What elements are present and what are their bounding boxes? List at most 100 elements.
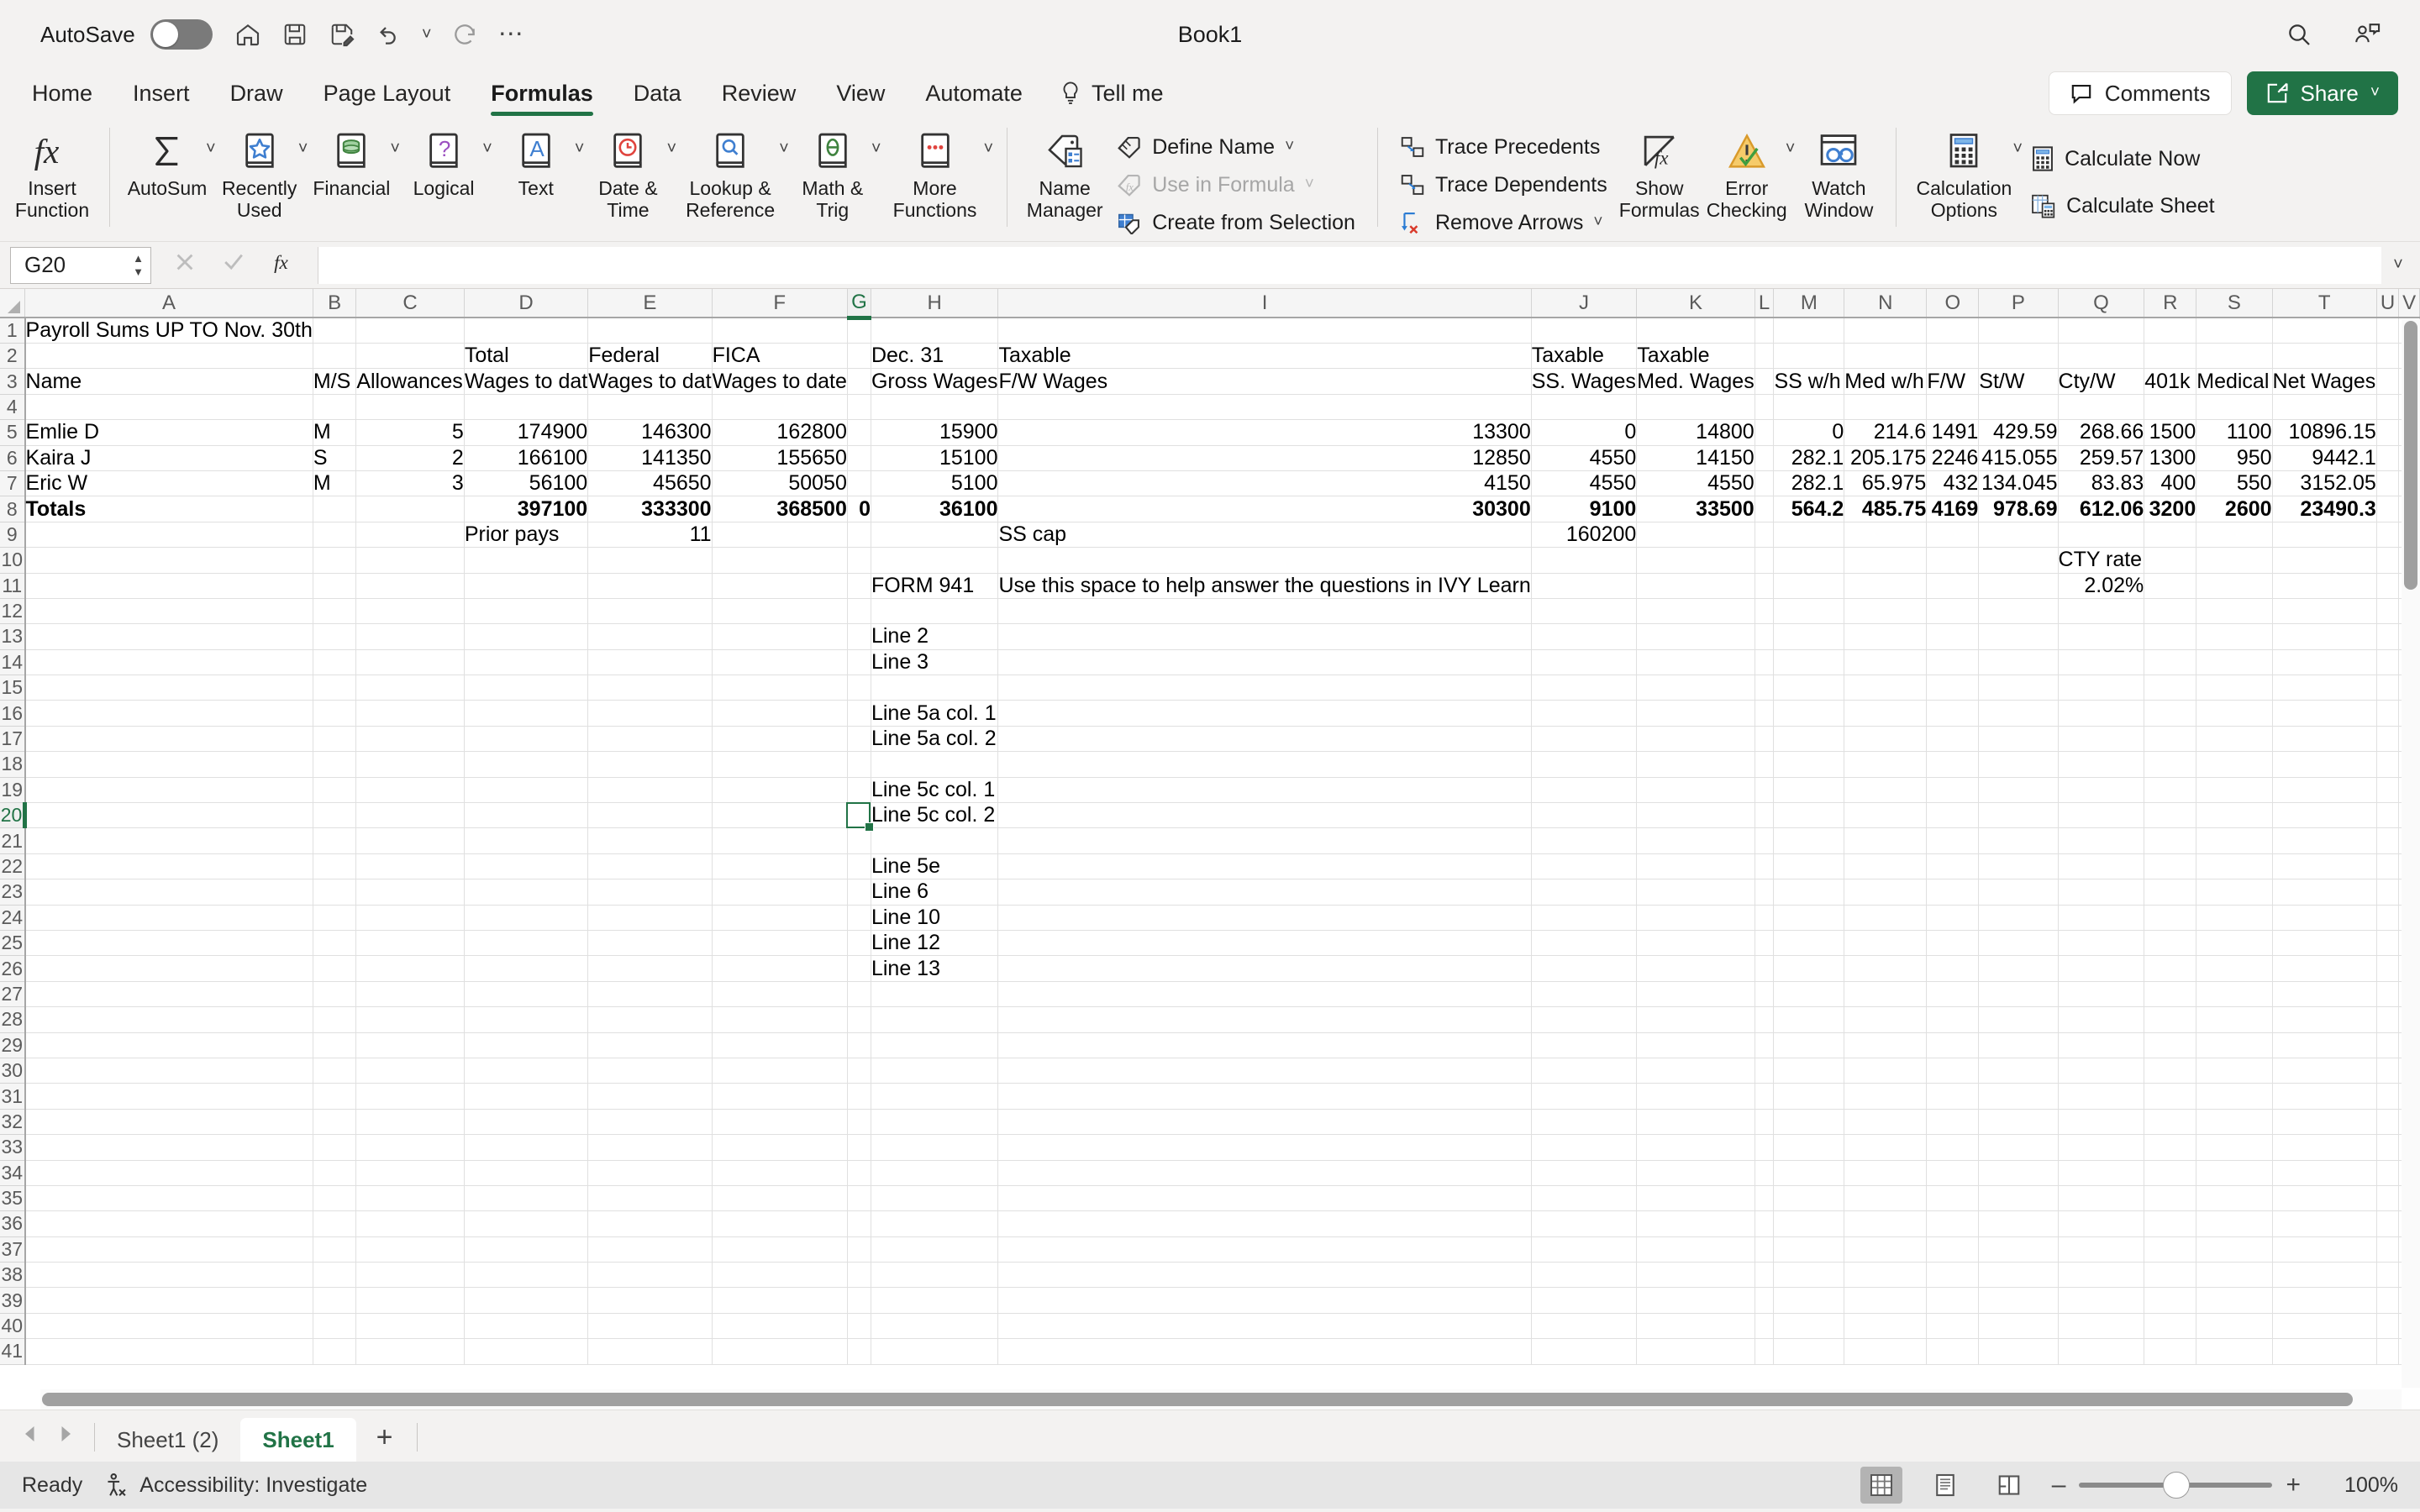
cell-I21[interactable] [997,827,1532,854]
tab-formulas[interactable]: Formulas [471,69,613,118]
cell-R29[interactable] [2144,1032,2197,1058]
cell-O7[interactable]: 432 [1926,470,1980,497]
cell-C26[interactable] [355,955,465,982]
cell-S32[interactable] [2196,1109,2273,1136]
cell-B28[interactable] [313,1006,357,1033]
cell-N28[interactable] [1844,1006,1928,1033]
cell-P15[interactable] [1978,675,2059,701]
cell-F7[interactable]: 50050 [712,470,848,497]
cell-Q9[interactable] [2058,522,2145,549]
cell-B27[interactable] [313,981,357,1008]
cell-M30[interactable] [1773,1058,1845,1084]
cell-F30[interactable] [712,1058,848,1084]
cell-O3[interactable]: F/W [1926,368,1980,395]
cell-Q27[interactable] [2058,981,2145,1008]
trace-precedents-button[interactable]: Trace Precedents [1392,129,1616,165]
cell-H1[interactable] [871,318,999,344]
zoom-track[interactable] [2079,1472,2273,1499]
undo-caret-icon[interactable]: ˅ [414,13,439,56]
cell-T20[interactable] [2272,802,2377,829]
cell-R16[interactable] [2144,700,2197,727]
row-header-1[interactable]: 1 [0,318,26,344]
cell-N37[interactable] [1844,1236,1928,1263]
cell-E29[interactable] [587,1032,713,1058]
cell-C14[interactable] [355,649,465,676]
cell-K40[interactable] [1636,1313,1755,1340]
cell-R22[interactable] [2144,853,2197,880]
cell-S35[interactable] [2196,1185,2273,1212]
cell-M14[interactable] [1773,649,1845,676]
cell-N39[interactable] [1844,1287,1928,1314]
cell-R21[interactable] [2144,827,2197,854]
cell-A12[interactable] [24,598,313,625]
cell-E11[interactable] [587,573,713,599]
cell-S34[interactable] [2196,1160,2273,1186]
cell-C34[interactable] [355,1160,465,1186]
cell-J17[interactable] [1531,726,1638,753]
column-header-d[interactable]: D [464,289,589,318]
cell-K4[interactable] [1636,394,1755,421]
row-header-26[interactable]: 26 [0,955,26,982]
cell-K33[interactable] [1636,1134,1755,1161]
cell-Q11[interactable]: 2.02% [2058,573,2145,599]
cell-H3[interactable]: Gross Wages [871,368,999,395]
cell-D4[interactable] [464,394,589,421]
undo-icon[interactable] [367,13,411,56]
cell-A21[interactable] [24,827,313,854]
cell-T37[interactable] [2272,1236,2377,1263]
cell-A35[interactable] [24,1185,313,1212]
search-icon[interactable] [2277,13,2321,56]
cell-B18[interactable] [313,751,357,778]
horizontal-scroll-thumb[interactable] [42,1393,2353,1406]
select-all-corner[interactable] [0,289,26,318]
cell-M28[interactable] [1773,1006,1845,1033]
cell-D2[interactable]: Total [464,343,589,370]
cell-T4[interactable] [2272,394,2377,421]
row-header-6[interactable]: 6 [0,445,26,471]
cell-N30[interactable] [1844,1058,1928,1084]
cell-I24[interactable] [997,905,1532,931]
cell-P26[interactable] [1978,955,2059,982]
cell-G24[interactable] [847,905,871,931]
cell-C8[interactable] [355,496,465,522]
cell-B41[interactable] [313,1338,357,1365]
cell-F22[interactable] [712,853,848,880]
cell-A24[interactable] [24,905,313,931]
cell-P40[interactable] [1978,1313,2059,1340]
cell-O15[interactable] [1926,675,1980,701]
cell-F4[interactable] [712,394,848,421]
cell-O32[interactable] [1926,1109,1980,1136]
cell-J7[interactable]: 4550 [1531,470,1638,497]
cell-O28[interactable] [1926,1006,1980,1033]
cell-I22[interactable] [997,853,1532,880]
cell-R41[interactable] [2144,1338,2197,1365]
cell-B6[interactable]: S [313,445,357,471]
cell-T28[interactable] [2272,1006,2377,1033]
cell-L6[interactable] [1754,445,1775,471]
cell-M38[interactable] [1773,1262,1845,1289]
cell-J20[interactable] [1531,802,1638,829]
cell-I28[interactable] [997,1006,1532,1033]
cell-F18[interactable] [712,751,848,778]
cell-H8[interactable]: 36100 [871,496,999,522]
cell-H36[interactable] [871,1210,999,1237]
cell-L16[interactable] [1754,700,1775,727]
cell-A20[interactable] [24,802,313,829]
cell-A3[interactable]: Name [24,368,313,395]
cell-T22[interactable] [2272,853,2377,880]
cell-R15[interactable] [2144,675,2197,701]
cell-T14[interactable] [2272,649,2377,676]
cell-U38[interactable] [2376,1262,2400,1289]
cell-E2[interactable]: Federal [587,343,713,370]
cell-C7[interactable]: 3 [355,470,465,497]
cell-L5[interactable] [1754,419,1775,446]
cell-N31[interactable] [1844,1083,1928,1110]
cell-J14[interactable] [1531,649,1638,676]
cell-Q38[interactable] [2058,1262,2145,1289]
cell-K31[interactable] [1636,1083,1755,1110]
cell-P6[interactable]: 415.055 [1978,445,2059,471]
cell-J30[interactable] [1531,1058,1638,1084]
cell-O6[interactable]: 2246 [1926,445,1980,471]
cell-E41[interactable] [587,1338,713,1365]
cell-K13[interactable] [1636,623,1755,650]
